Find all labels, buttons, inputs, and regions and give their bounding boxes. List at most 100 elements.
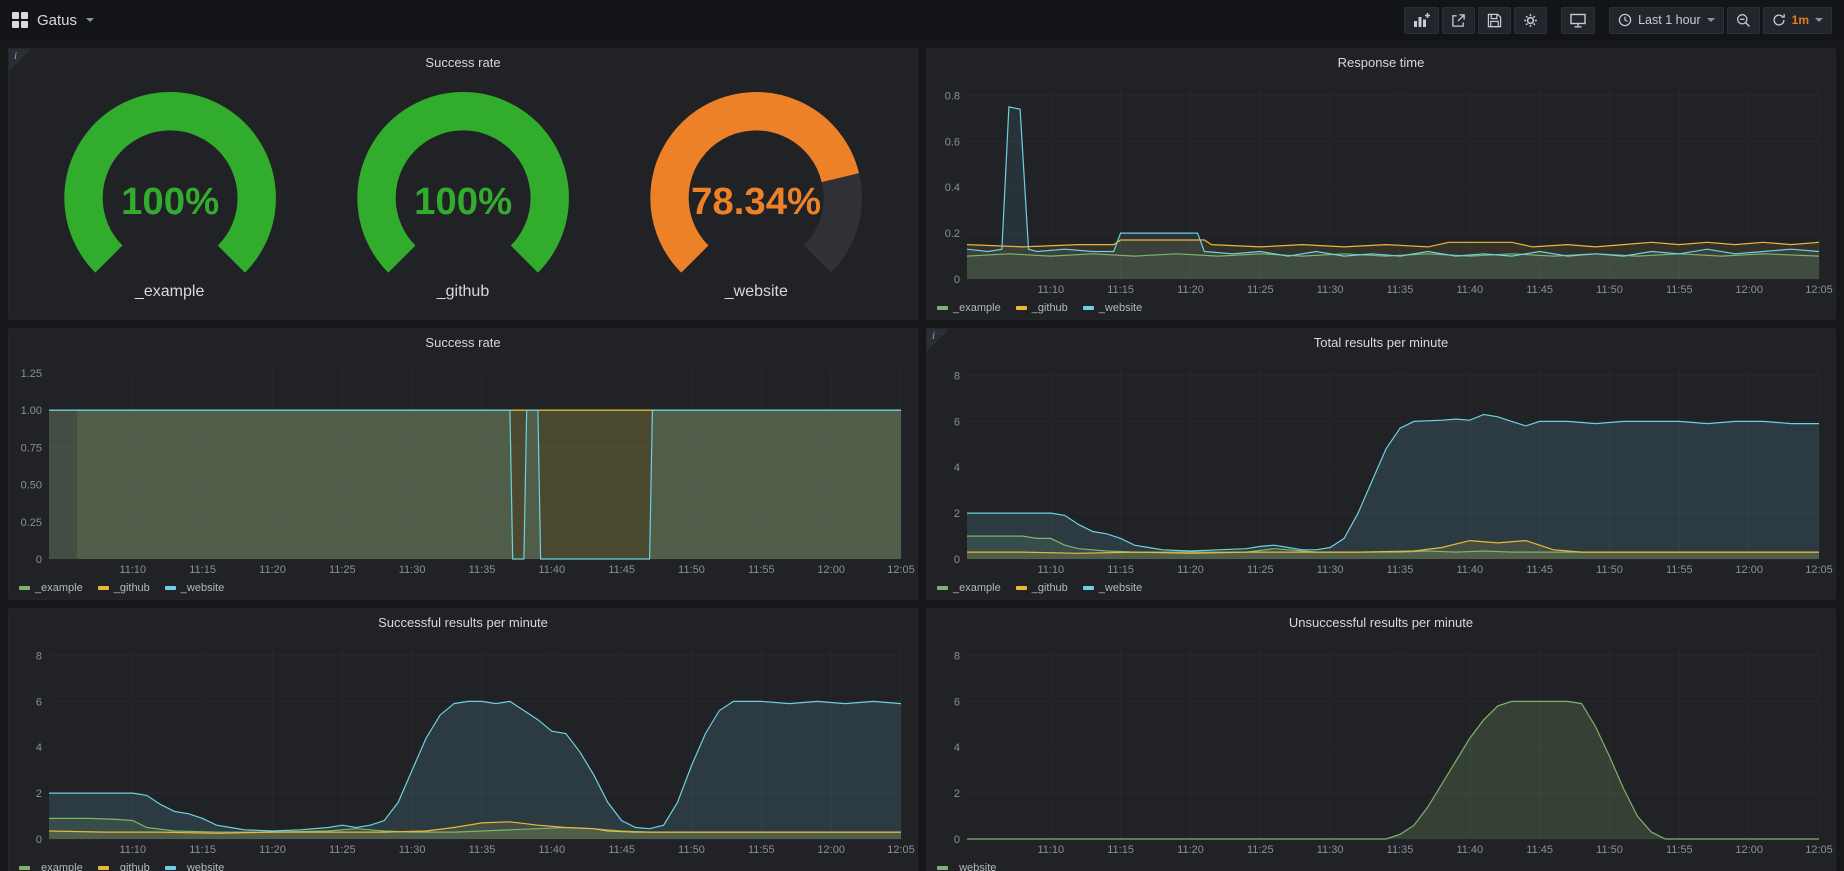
refresh-interval-label: 1m bbox=[1792, 13, 1809, 27]
legend-item[interactable]: _github bbox=[98, 862, 150, 871]
dashboard-title[interactable]: Gatus bbox=[37, 12, 77, 29]
panel-info-corner-icon[interactable] bbox=[9, 49, 31, 71]
svg-text:11:10: 11:10 bbox=[119, 564, 146, 576]
legend-label: _example bbox=[35, 862, 83, 871]
panel-successful-results: Successful results per minute 11:10 11:15… bbox=[8, 608, 918, 871]
legend-item[interactable]: _github bbox=[1016, 582, 1068, 594]
svg-text:11:40: 11:40 bbox=[1456, 564, 1483, 576]
svg-text:0: 0 bbox=[36, 554, 42, 566]
svg-text:0.6: 0.6 bbox=[945, 136, 960, 148]
svg-text:11:10: 11:10 bbox=[1037, 284, 1064, 296]
share-dashboard-button[interactable] bbox=[1442, 7, 1475, 34]
chart-unsuccessful-results[interactable]: 11:1011:1511:2011:2511:3011:3511:4011:45… bbox=[927, 635, 1835, 859]
zoom-out-icon bbox=[1736, 13, 1751, 28]
svg-text:6: 6 bbox=[36, 696, 42, 708]
panel-title[interactable]: Success rate bbox=[9, 329, 917, 355]
cycle-view-mode-button[interactable] bbox=[1561, 7, 1595, 34]
svg-text:12:00: 12:00 bbox=[1735, 844, 1763, 856]
svg-text:11:15: 11:15 bbox=[1107, 564, 1134, 576]
chart-legend: _example _github _website bbox=[927, 579, 1835, 599]
chevron-down-icon bbox=[1707, 18, 1715, 22]
svg-text:0.25: 0.25 bbox=[21, 517, 42, 529]
gauge-arc: 100% bbox=[327, 84, 599, 282]
time-range-picker[interactable]: Last 1 hour bbox=[1609, 7, 1724, 34]
legend-item[interactable]: _website bbox=[165, 862, 224, 871]
svg-text:0: 0 bbox=[36, 834, 42, 846]
legend-swatch-icon bbox=[1016, 306, 1027, 310]
svg-text:11:10: 11:10 bbox=[119, 844, 146, 856]
svg-text:0.8: 0.8 bbox=[945, 91, 960, 103]
dashboard-settings-button[interactable] bbox=[1514, 7, 1547, 34]
svg-text:11:20: 11:20 bbox=[259, 564, 286, 576]
svg-text:4: 4 bbox=[954, 742, 960, 754]
svg-text:12:05: 12:05 bbox=[1805, 564, 1833, 576]
save-dashboard-button[interactable] bbox=[1478, 7, 1511, 34]
legend-item[interactable]: _example bbox=[937, 302, 1001, 314]
legend-item[interactable]: _example bbox=[19, 862, 83, 871]
legend-item[interactable]: _github bbox=[1016, 302, 1068, 314]
gauge-github: 100% _github bbox=[322, 84, 604, 301]
chart-response-time[interactable]: 11:1011:1511:2011:2511:3011:3511:4011:45… bbox=[927, 75, 1835, 299]
chevron-down-icon[interactable] bbox=[86, 18, 94, 22]
legend-label: _github bbox=[114, 862, 150, 871]
clock-icon bbox=[1618, 13, 1632, 27]
gauge-arc: 100% bbox=[34, 84, 306, 282]
panel-info-corner-icon[interactable] bbox=[927, 329, 949, 351]
svg-text:11:45: 11:45 bbox=[1526, 284, 1553, 296]
chart-total-results[interactable]: 11:1011:1511:2011:2511:3011:3511:4011:45… bbox=[927, 355, 1835, 579]
svg-text:100%: 100% bbox=[121, 179, 219, 222]
svg-text:11:15: 11:15 bbox=[1107, 844, 1134, 856]
chart-legend: _example _github _website bbox=[9, 579, 917, 599]
svg-text:11:35: 11:35 bbox=[1387, 284, 1414, 296]
panel-total-results: i Total results per minute 11:1011:1511:… bbox=[926, 328, 1836, 600]
add-panel-icon bbox=[1413, 12, 1430, 28]
svg-text:12:05: 12:05 bbox=[887, 564, 915, 576]
legend-label: _website bbox=[953, 862, 996, 871]
chart-successful-results[interactable]: 11:1011:1511:2011:2511:3011:3511:4011:45… bbox=[9, 635, 917, 859]
legend-item[interactable]: _example bbox=[19, 582, 83, 594]
legend-item[interactable]: _example bbox=[937, 582, 1001, 594]
svg-text:11:15: 11:15 bbox=[1107, 284, 1134, 296]
chart-success-rate[interactable]: 11:1011:1511:2011:2511:3011:3511:4011:45… bbox=[9, 355, 917, 579]
add-panel-button[interactable] bbox=[1404, 7, 1439, 34]
legend-label: _example bbox=[953, 582, 1001, 594]
svg-text:11:30: 11:30 bbox=[1317, 844, 1344, 856]
dashboards-grid-icon[interactable] bbox=[12, 12, 28, 28]
panel-title[interactable]: Successful results per minute bbox=[9, 609, 917, 635]
zoom-out-button[interactable] bbox=[1727, 7, 1760, 34]
svg-text:78.34%: 78.34% bbox=[691, 179, 821, 222]
panel-title[interactable]: Total results per minute bbox=[927, 329, 1835, 355]
legend-item[interactable]: _website bbox=[937, 862, 996, 871]
svg-text:12:00: 12:00 bbox=[1735, 564, 1763, 576]
svg-text:4: 4 bbox=[36, 742, 42, 754]
legend-swatch-icon bbox=[937, 586, 948, 590]
svg-text:11:40: 11:40 bbox=[538, 564, 565, 576]
legend-item[interactable]: _github bbox=[98, 582, 150, 594]
svg-text:11:30: 11:30 bbox=[399, 564, 426, 576]
svg-text:11:55: 11:55 bbox=[1666, 284, 1693, 296]
legend-swatch-icon bbox=[1016, 586, 1027, 590]
panel-title[interactable]: Unsuccessful results per minute bbox=[927, 609, 1835, 635]
svg-text:11:45: 11:45 bbox=[608, 844, 635, 856]
refresh-picker[interactable]: 1m bbox=[1763, 7, 1832, 34]
svg-text:11:10: 11:10 bbox=[1037, 564, 1064, 576]
svg-text:11:45: 11:45 bbox=[1526, 564, 1553, 576]
svg-text:12:00: 12:00 bbox=[817, 564, 845, 576]
legend-item[interactable]: _website bbox=[1083, 302, 1142, 314]
svg-text:11:15: 11:15 bbox=[189, 844, 216, 856]
panel-title[interactable]: Success rate bbox=[9, 49, 917, 75]
gauge-example: 100% _example bbox=[29, 84, 311, 301]
svg-text:11:50: 11:50 bbox=[678, 844, 705, 856]
legend-swatch-icon bbox=[937, 306, 948, 310]
svg-text:11:35: 11:35 bbox=[469, 564, 496, 576]
panel-title[interactable]: Response time bbox=[927, 49, 1835, 75]
svg-text:11:40: 11:40 bbox=[1456, 844, 1483, 856]
legend-item[interactable]: _website bbox=[1083, 582, 1142, 594]
legend-item[interactable]: _website bbox=[165, 582, 224, 594]
svg-text:11:50: 11:50 bbox=[1596, 564, 1623, 576]
gauge-row: 100% _example 100% _github 78.34% _websi… bbox=[9, 75, 917, 319]
legend-swatch-icon bbox=[1083, 586, 1094, 590]
chart-svg: 11:1011:1511:2011:2511:3011:3511:4011:45… bbox=[927, 75, 1835, 299]
svg-text:11:15: 11:15 bbox=[189, 564, 216, 576]
svg-text:0.50: 0.50 bbox=[21, 480, 42, 492]
